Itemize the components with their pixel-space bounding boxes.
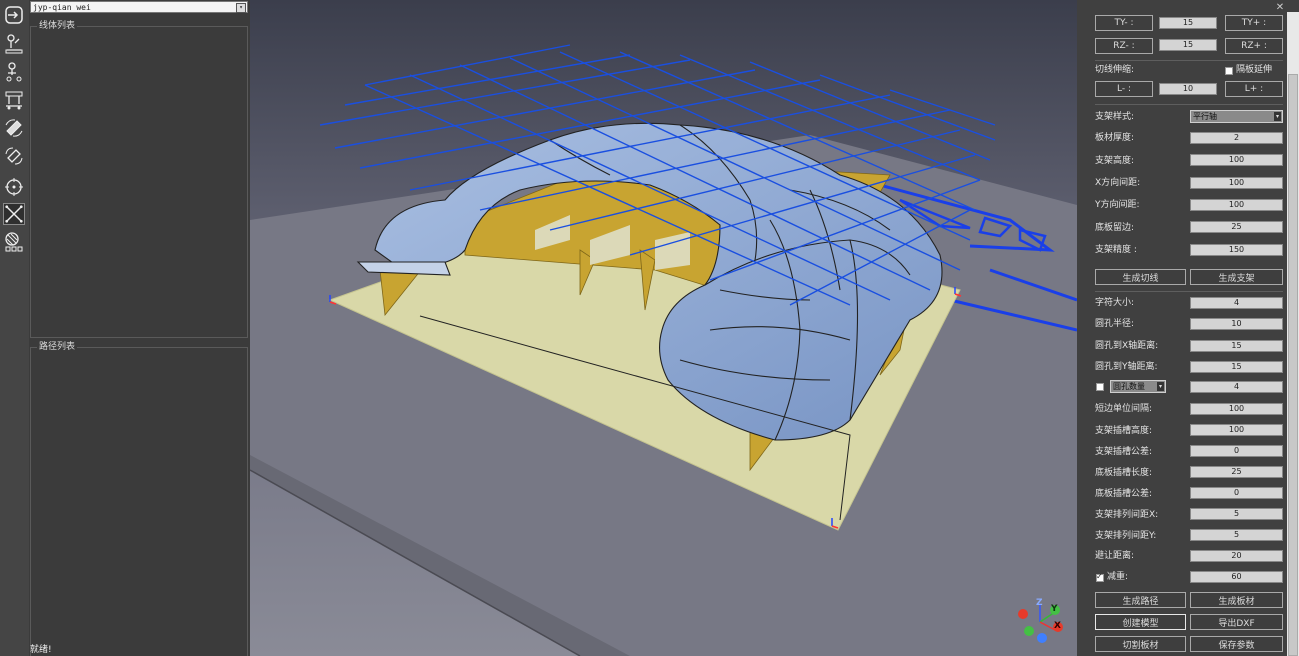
- x-spacing-label: X方向间距:: [1095, 178, 1141, 188]
- support-height-label: 支架高度:: [1095, 156, 1135, 166]
- y-spacing-label: Y方向间距:: [1095, 200, 1140, 210]
- save-params-button[interactable]: 保存参数: [1190, 636, 1283, 652]
- avoid-dist-label: 避让距离:: [1095, 551, 1135, 561]
- gen-path-button[interactable]: 生成路径: [1095, 592, 1186, 608]
- pan-view-icon[interactable]: [3, 145, 25, 167]
- axis-x-label: X: [1054, 621, 1061, 631]
- create-model-button[interactable]: 创建模型: [1095, 614, 1186, 630]
- base-margin-input[interactable]: 25: [1190, 221, 1283, 233]
- arrange-x-input[interactable]: 5: [1190, 508, 1283, 520]
- rz-value[interactable]: 15: [1159, 39, 1217, 51]
- base-slot-tolerance-input[interactable]: 0: [1190, 487, 1283, 499]
- chevron-down-icon[interactable]: ▾: [236, 3, 246, 13]
- exit-icon[interactable]: [3, 4, 25, 26]
- import-part-icon[interactable]: [3, 33, 25, 55]
- slot-height-label: 支架插槽高度:: [1095, 426, 1153, 436]
- hole-y-dist-label: 圆孔到Y轴距离:: [1095, 362, 1158, 372]
- support-style-select[interactable]: 平行轴 ▾: [1190, 110, 1283, 123]
- support-height-input[interactable]: 100: [1190, 154, 1283, 166]
- place-part-icon[interactable]: [3, 61, 25, 83]
- hole-x-dist-input[interactable]: 15: [1190, 340, 1283, 352]
- y-spacing-input[interactable]: 100: [1190, 199, 1283, 211]
- axis-z-label: Z: [1036, 598, 1043, 608]
- left-toolbar: [0, 0, 30, 656]
- weight-reduce-label: 减重:: [1107, 572, 1129, 582]
- font-size-label: 字符大小:: [1095, 298, 1135, 308]
- gen-board-button[interactable]: 生成板材: [1190, 592, 1283, 608]
- support-precision-input[interactable]: 150: [1190, 244, 1283, 256]
- weight-reduce-input[interactable]: 60: [1190, 571, 1283, 583]
- separator: [1095, 104, 1283, 105]
- board-thickness-label: 板材厚度:: [1095, 133, 1135, 143]
- support-precision-label: 支架精度 :: [1095, 245, 1137, 255]
- path-list-panel[interactable]: 路径列表: [30, 341, 248, 656]
- base-slot-length-input[interactable]: 25: [1190, 466, 1283, 478]
- board-extend-label: 隔板延伸: [1236, 65, 1273, 75]
- target-icon[interactable]: [3, 176, 25, 198]
- gen-supports-button[interactable]: 生成支架: [1190, 269, 1283, 285]
- wire-list-panel[interactable]: 线体列表: [30, 20, 248, 338]
- support-style-label: 支架样式:: [1095, 112, 1135, 122]
- hole-radius-input[interactable]: 10: [1190, 318, 1283, 330]
- hole-count-label: 圆孔数量: [1113, 382, 1145, 391]
- separator: [1095, 291, 1283, 292]
- path-list-title: 路径列表: [37, 341, 78, 353]
- ty-plus-button[interactable]: TY+ :: [1225, 15, 1283, 31]
- cut-board-button[interactable]: 切割板材: [1095, 636, 1186, 652]
- close-icon[interactable]: ✕: [1273, 3, 1287, 13]
- axis-y-label: Y: [1051, 604, 1058, 614]
- status-text: 就绪!: [30, 645, 52, 655]
- ty-minus-button[interactable]: TY- :: [1095, 15, 1153, 31]
- cut-cross-icon[interactable]: [3, 203, 25, 225]
- support-icon[interactable]: [3, 89, 25, 111]
- rz-minus-button[interactable]: RZ- :: [1095, 38, 1153, 54]
- project-name: jyp-qian wei: [33, 3, 91, 12]
- hole-count-input[interactable]: 4: [1190, 381, 1283, 393]
- chevron-down-icon[interactable]: ▾: [1157, 382, 1164, 391]
- scrollbar-thumb[interactable]: [1288, 74, 1298, 656]
- font-size-input[interactable]: 4: [1190, 297, 1283, 309]
- wire-list-title: 线体列表: [37, 20, 78, 32]
- cut-extend-label: 切线伸缩:: [1095, 65, 1135, 75]
- arrange-x-label: 支架排列间距X:: [1095, 510, 1159, 520]
- base-slot-length-label: 底板插槽长度:: [1095, 468, 1153, 478]
- hole-radius-label: 圆孔半径:: [1095, 319, 1135, 329]
- rotate-view-icon[interactable]: [3, 117, 25, 139]
- left-panel: jyp-qian wei ▾ 线体列表 路径列表 就绪!: [29, 0, 250, 656]
- hole-y-dist-input[interactable]: 15: [1190, 361, 1283, 373]
- vertical-scrollbar[interactable]: [1287, 12, 1299, 656]
- rz-plus-button[interactable]: RZ+ :: [1225, 38, 1283, 54]
- hole-count-checkbox[interactable]: [1096, 383, 1104, 391]
- board-extend-checkbox[interactable]: [1225, 67, 1233, 75]
- l-value[interactable]: 10: [1159, 83, 1217, 95]
- x-spacing-input[interactable]: 100: [1190, 177, 1283, 189]
- material-icon[interactable]: [3, 231, 25, 253]
- edge-interval-label: 短边单位间隔:: [1095, 404, 1153, 414]
- gen-cut-lines-button[interactable]: 生成切线: [1095, 269, 1186, 285]
- slot-height-input[interactable]: 100: [1190, 424, 1283, 436]
- base-slot-tolerance-label: 底板插槽公差:: [1095, 489, 1153, 499]
- edge-interval-input[interactable]: 100: [1190, 403, 1283, 415]
- l-minus-button[interactable]: L- :: [1095, 81, 1153, 97]
- l-plus-button[interactable]: L+ :: [1225, 81, 1283, 97]
- support-style-value: 平行轴: [1193, 112, 1217, 121]
- separator: [1095, 60, 1283, 61]
- scene-svg: [250, 0, 1077, 656]
- ty-value[interactable]: 15: [1159, 17, 1217, 29]
- arrange-y-label: 支架排列间距Y:: [1095, 531, 1157, 541]
- base-margin-label: 底板留边:: [1095, 223, 1135, 233]
- slot-tolerance-input[interactable]: 0: [1190, 445, 1283, 457]
- hole-count-select[interactable]: 圆孔数量 ▾: [1110, 380, 1166, 393]
- right-panel: ✕ TY- : 15 TY+ : RZ- : 15 RZ+ : 切线伸缩: 隔板…: [1077, 0, 1299, 656]
- avoid-dist-input[interactable]: 20: [1190, 550, 1283, 562]
- weight-reduce-checkbox[interactable]: [1096, 572, 1104, 582]
- project-select[interactable]: jyp-qian wei ▾: [30, 1, 248, 13]
- arrange-y-input[interactable]: 5: [1190, 529, 1283, 541]
- board-thickness-input[interactable]: 2: [1190, 132, 1283, 144]
- chevron-down-icon[interactable]: ▾: [1274, 112, 1281, 121]
- slot-tolerance-label: 支架插槽公差:: [1095, 447, 1153, 457]
- 3d-viewport[interactable]: Z Y X: [250, 0, 1077, 656]
- export-dxf-button[interactable]: 导出DXF: [1190, 614, 1283, 630]
- hole-x-dist-label: 圆孔到X轴距离:: [1095, 341, 1159, 351]
